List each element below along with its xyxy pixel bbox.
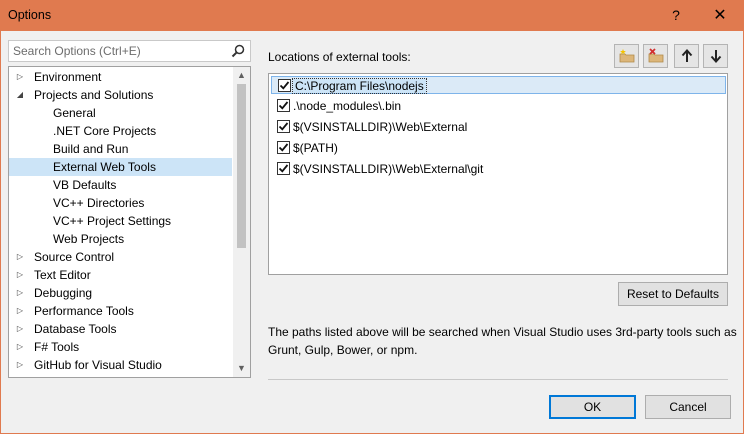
tree-item[interactable]: VB Defaults [9, 176, 232, 194]
collapsed-arrow-icon[interactable]: ▷ [15, 338, 25, 356]
search-box [8, 40, 251, 62]
collapsed-arrow-icon[interactable]: ▷ [15, 68, 25, 86]
search-input[interactable] [9, 41, 224, 61]
tree-item-label: VC++ Project Settings [53, 214, 172, 228]
tree-item[interactable]: ▷ Performance Tools [9, 302, 232, 320]
location-path: $(PATH) [293, 141, 338, 155]
move-down-icon [710, 50, 722, 63]
tree-item-label: Database Tools [34, 322, 117, 336]
collapsed-arrow-icon[interactable]: ▷ [15, 356, 25, 374]
collapsed-arrow-icon[interactable]: ▷ [15, 266, 25, 284]
tree-item[interactable]: .NET Core Projects [9, 122, 232, 140]
tree-item[interactable]: ▷ Database Tools [9, 320, 232, 338]
tree-item[interactable]: ▷ Debugging [9, 284, 232, 302]
tree-item[interactable]: ▷ GitHub for Visual Studio [9, 356, 232, 374]
reset-to-defaults-button[interactable]: Reset to Defaults [618, 282, 728, 306]
tree-item-label: VB Defaults [53, 178, 117, 192]
location-path: $(VSINSTALLDIR)\Web\External [293, 120, 468, 134]
location-item[interactable]: $(VSINSTALLDIR)\Web\External\git [271, 160, 726, 178]
window-title: Options [8, 8, 52, 22]
tree-item-label: Environment [34, 70, 102, 84]
tree-item[interactable]: ▷ Source Control [9, 248, 232, 266]
tree-item[interactable]: ▷ Text Editor [9, 266, 232, 284]
checkmark-icon [278, 164, 289, 173]
move-down-button[interactable] [703, 44, 728, 68]
move-up-icon [681, 49, 693, 62]
location-checkbox[interactable] [277, 120, 290, 133]
tree-item[interactable]: External Web Tools [9, 158, 232, 176]
options-tree: ▷ Environment ◢ Projects and Solutions Gener… [8, 66, 251, 378]
tree-item-label: Build and Run [53, 142, 129, 156]
tree-scrollbar[interactable]: ▲ ▼ [233, 67, 250, 377]
add-location-button[interactable] [614, 44, 639, 68]
close-button[interactable]: ✕ [700, 0, 740, 31]
collapsed-arrow-icon[interactable]: ▷ [15, 320, 25, 338]
scroll-up-icon[interactable]: ▲ [233, 67, 250, 84]
collapsed-arrow-icon[interactable]: ▷ [15, 248, 25, 266]
tree-item-label: External Web Tools [53, 160, 156, 174]
collapsed-arrow-icon[interactable]: ▷ [15, 284, 25, 302]
cancel-button[interactable]: Cancel [645, 395, 731, 419]
tree-item[interactable]: VC++ Project Settings [9, 212, 232, 230]
remove-folder-icon [648, 48, 664, 63]
divider [268, 379, 728, 380]
expanded-arrow-icon[interactable]: ◢ [15, 86, 25, 104]
checkmark-icon [278, 101, 289, 110]
location-path: .\node_modules\.bin [293, 99, 402, 113]
tree-item-label: Projects and Solutions [34, 88, 154, 102]
tree-item-label: Performance Tools [34, 304, 134, 318]
location-item[interactable]: .\node_modules\.bin [271, 97, 726, 115]
collapsed-arrow-icon[interactable]: ▷ [15, 302, 25, 320]
add-folder-icon [619, 49, 635, 63]
search-icon[interactable] [230, 43, 246, 59]
location-checkbox[interactable] [277, 99, 290, 112]
location-path: C:\Program Files\nodejs [292, 78, 427, 94]
tree-item-label: .NET Core Projects [53, 124, 157, 138]
tree-item-label: General [53, 106, 96, 120]
checkmark-icon [279, 81, 290, 90]
location-checkbox[interactable] [278, 79, 291, 92]
tree-item[interactable]: ◢ Projects and Solutions [9, 86, 232, 104]
remove-location-button[interactable] [643, 44, 668, 68]
tree-item[interactable]: VC++ Directories [9, 194, 232, 212]
move-up-button[interactable] [674, 44, 699, 68]
tree-item[interactable]: ▷ F# Tools [9, 338, 232, 356]
locations-label: Locations of external tools: [268, 50, 411, 64]
location-item[interactable]: $(VSINSTALLDIR)\Web\External [271, 118, 726, 136]
tree-item-label: Debugging [34, 286, 93, 300]
tree-item-label: Web Projects [53, 232, 125, 246]
location-checkbox[interactable] [277, 141, 290, 154]
location-item[interactable]: $(PATH) [271, 139, 726, 157]
checkmark-icon [278, 143, 289, 152]
ok-button[interactable]: OK [549, 395, 636, 419]
location-item[interactable]: C:\Program Files\nodejs [271, 76, 726, 94]
tree-item-label: GitHub for Visual Studio [34, 358, 162, 372]
tree-item-label: Text Editor [34, 268, 91, 282]
scroll-thumb[interactable] [237, 84, 246, 248]
scroll-down-icon[interactable]: ▼ [233, 360, 250, 377]
help-button[interactable]: ? [656, 0, 696, 31]
tree-item-label: Source Control [34, 250, 115, 264]
tree-item-label: F# Tools [34, 340, 80, 354]
locations-list: C:\Program Files\nodejs .\node_modules\.b… [268, 73, 728, 275]
tree-item[interactable]: Build and Run [9, 140, 232, 158]
tree-item[interactable]: Web Projects [9, 230, 232, 248]
tree-item-label: VC++ Directories [53, 196, 145, 210]
tree-item[interactable]: General [9, 104, 232, 122]
tree-item[interactable]: ▷ Environment [9, 68, 232, 86]
title-bar: Options ? ✕ [0, 0, 744, 31]
location-path: $(VSINSTALLDIR)\Web\External\git [293, 162, 484, 176]
description-text: The paths listed above will be searched … [268, 325, 737, 357]
checkmark-icon [278, 122, 289, 131]
location-checkbox[interactable] [277, 162, 290, 175]
